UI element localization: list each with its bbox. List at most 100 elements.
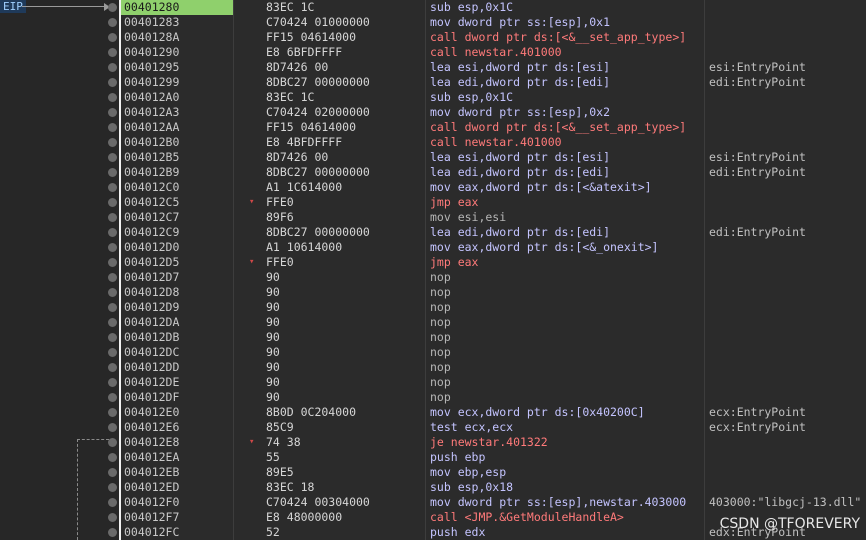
address-cell: 004012F0 bbox=[124, 495, 180, 509]
disasm-row[interactable]: 004012DC 90 nop bbox=[121, 345, 866, 360]
address-cell: 004012F7 bbox=[124, 510, 180, 524]
disasm-row[interactable]: 004012DA 90 nop bbox=[121, 315, 866, 330]
breakpoint-dot-icon[interactable] bbox=[108, 288, 117, 297]
breakpoint-dot-icon[interactable] bbox=[108, 33, 117, 42]
breakpoint-dot-icon[interactable] bbox=[108, 3, 117, 12]
address-cell: 004012D9 bbox=[124, 300, 180, 314]
breakpoint-dot-icon[interactable] bbox=[108, 78, 117, 87]
breakpoint-dot-icon[interactable] bbox=[108, 333, 117, 342]
instruction-cell: lea edi,dword ptr ds:[edi] bbox=[430, 225, 611, 239]
breakpoint-dot-icon[interactable] bbox=[108, 528, 117, 537]
instruction-cell: push ebp bbox=[430, 450, 486, 464]
disasm-row[interactable]: 004012C7 89F6 mov esi,esi bbox=[121, 210, 866, 225]
address-cell: 004012DD bbox=[124, 360, 180, 374]
breakpoint-dot-icon[interactable] bbox=[108, 348, 117, 357]
breakpoint-dot-icon[interactable] bbox=[108, 363, 117, 372]
bytes-cell: 8D7426 00 bbox=[266, 150, 329, 164]
breakpoint-dot-icon[interactable] bbox=[108, 408, 117, 417]
breakpoint-dot-icon[interactable] bbox=[108, 93, 117, 102]
jump-line-vertical bbox=[77, 439, 78, 540]
breakpoint-dot-icon[interactable] bbox=[108, 378, 117, 387]
disassembly-view[interactable]: 00401280 83EC 1C sub esp,0x1C 00401283 C7042… bbox=[121, 0, 866, 540]
disasm-row[interactable]: 00401283 C70424 01000000 mov dword ptr ss:… bbox=[121, 15, 866, 30]
breakpoint-dot-icon[interactable] bbox=[108, 138, 117, 147]
breakpoint-dot-icon[interactable] bbox=[108, 438, 117, 447]
breakpoint-dot-icon[interactable] bbox=[108, 153, 117, 162]
disasm-row[interactable]: 004012A3 C70424 02000000 mov dword ptr ss:… bbox=[121, 105, 866, 120]
disasm-row[interactable]: 00401290 E8 6BFDFFFF call newstar.401000 bbox=[121, 45, 866, 60]
disasm-row[interactable]: 004012EA 55 push ebp bbox=[121, 450, 866, 465]
breakpoint-dot-icon[interactable] bbox=[108, 483, 117, 492]
breakpoint-dot-icon[interactable] bbox=[108, 228, 117, 237]
breakpoint-dot-icon[interactable] bbox=[108, 243, 117, 252]
address-cell: 004012DE bbox=[124, 375, 180, 389]
breakpoint-dot-icon[interactable] bbox=[108, 198, 117, 207]
breakpoint-dot-icon[interactable] bbox=[108, 513, 117, 522]
jump-gutter: EIP bbox=[0, 0, 119, 540]
address-cell: 004012DC bbox=[124, 345, 180, 359]
disasm-row[interactable]: 004012ED 83EC 18 sub esp,0x18 bbox=[121, 480, 866, 495]
disasm-row[interactable]: 004012DF 90 nop bbox=[121, 390, 866, 405]
breakpoint-dot-icon[interactable] bbox=[108, 183, 117, 192]
breakpoint-dot-icon[interactable] bbox=[108, 108, 117, 117]
breakpoint-dot-icon[interactable] bbox=[108, 63, 117, 72]
disasm-row[interactable]: 004012B0 E8 4BFDFFFF call newstar.401000 bbox=[121, 135, 866, 150]
disasm-row[interactable]: 004012C9 8DBC27 00000000 lea edi,dword ptr… bbox=[121, 225, 866, 240]
address-cell: 004012E0 bbox=[124, 405, 180, 419]
disasm-row[interactable]: 004012DD 90 nop bbox=[121, 360, 866, 375]
disasm-row[interactable]: 004012F0 C70424 00304000 mov dword ptr ss:… bbox=[121, 495, 866, 510]
disasm-row[interactable]: 004012D7 90 nop bbox=[121, 270, 866, 285]
disasm-row[interactable]: 004012B9 8DBC27 00000000 lea edi,dword ptr… bbox=[121, 165, 866, 180]
disasm-row[interactable]: 004012E0 8B0D 0C204000 mov ecx,dword ptr d… bbox=[121, 405, 866, 420]
disasm-row[interactable]: 004012D9 90 nop bbox=[121, 300, 866, 315]
disasm-row[interactable]: 004012C5 ▾ FFE0 jmp eax bbox=[121, 195, 866, 210]
bytes-cell: 90 bbox=[266, 360, 280, 374]
disasm-row[interactable]: 004012D0 A1 10614000 mov eax,dword ptr ds:… bbox=[121, 240, 866, 255]
breakpoint-dot-icon[interactable] bbox=[108, 123, 117, 132]
instruction-cell: call dword ptr ds:[<&__set_app_type>] bbox=[430, 120, 687, 134]
instruction-cell: call newstar.401000 bbox=[430, 45, 562, 59]
address-cell: 004012DB bbox=[124, 330, 180, 344]
breakpoint-dot-icon[interactable] bbox=[108, 258, 117, 267]
disasm-row[interactable]: 004012AA FF15 04614000 call dword ptr ds:[… bbox=[121, 120, 866, 135]
instruction-cell: jmp eax bbox=[430, 195, 479, 209]
bytes-cell: 90 bbox=[266, 375, 280, 389]
breakpoint-dot-icon[interactable] bbox=[108, 48, 117, 57]
disasm-row[interactable]: 00401299 8DBC27 00000000 lea edi,dword ptr… bbox=[121, 75, 866, 90]
breakpoint-dot-icon[interactable] bbox=[108, 393, 117, 402]
disasm-row[interactable]: 004012D8 90 nop bbox=[121, 285, 866, 300]
disasm-row[interactable]: 004012D5 ▾ FFE0 jmp eax bbox=[121, 255, 866, 270]
instruction-cell: mov esi,esi bbox=[430, 210, 507, 224]
bytes-cell: 90 bbox=[266, 390, 280, 404]
comment-cell: ecx:EntryPoint bbox=[709, 420, 806, 434]
disasm-row[interactable]: 00401295 8D7426 00 lea esi,dword ptr ds:[e… bbox=[121, 60, 866, 75]
bytes-cell: C70424 02000000 bbox=[266, 105, 370, 119]
disasm-row[interactable]: 004012E6 85C9 test ecx,ecx ecx:EntryPoint bbox=[121, 420, 866, 435]
disasm-row[interactable]: 00401280 83EC 1C sub esp,0x1C bbox=[121, 0, 866, 15]
breakpoint-dot-icon[interactable] bbox=[108, 468, 117, 477]
breakpoint-dot-icon[interactable] bbox=[108, 423, 117, 432]
bytes-cell: C70424 00304000 bbox=[266, 495, 370, 509]
disasm-row[interactable]: 004012DE 90 nop bbox=[121, 375, 866, 390]
bytes-cell: 90 bbox=[266, 285, 280, 299]
instruction-cell: sub esp,0x1C bbox=[430, 0, 514, 14]
instruction-cell: call newstar.401000 bbox=[430, 135, 562, 149]
disasm-row[interactable]: 0040128A FF15 04614000 call dword ptr ds:[… bbox=[121, 30, 866, 45]
breakpoint-dot-icon[interactable] bbox=[108, 273, 117, 282]
disasm-row[interactable]: 004012C0 A1 1C614000 mov eax,dword ptr ds:… bbox=[121, 180, 866, 195]
breakpoint-dot-icon[interactable] bbox=[108, 213, 117, 222]
disasm-row[interactable]: 004012A0 83EC 1C sub esp,0x1C bbox=[121, 90, 866, 105]
breakpoint-dot-icon[interactable] bbox=[108, 318, 117, 327]
bytes-cell: 83EC 18 bbox=[266, 480, 315, 494]
breakpoint-dot-icon[interactable] bbox=[108, 453, 117, 462]
disasm-row[interactable]: 004012DB 90 nop bbox=[121, 330, 866, 345]
bytes-cell: FFE0 bbox=[266, 255, 294, 269]
breakpoint-dot-icon[interactable] bbox=[108, 168, 117, 177]
address-cell: 004012AA bbox=[124, 120, 180, 134]
breakpoint-dot-icon[interactable] bbox=[108, 498, 117, 507]
disasm-row[interactable]: 004012EB 89E5 mov ebp,esp bbox=[121, 465, 866, 480]
disasm-row[interactable]: 004012E8 ▾ 74 38 je newstar.401322 bbox=[121, 435, 866, 450]
breakpoint-dot-icon[interactable] bbox=[108, 18, 117, 27]
disasm-row[interactable]: 004012B5 8D7426 00 lea esi,dword ptr ds:[e… bbox=[121, 150, 866, 165]
breakpoint-dot-icon[interactable] bbox=[108, 303, 117, 312]
